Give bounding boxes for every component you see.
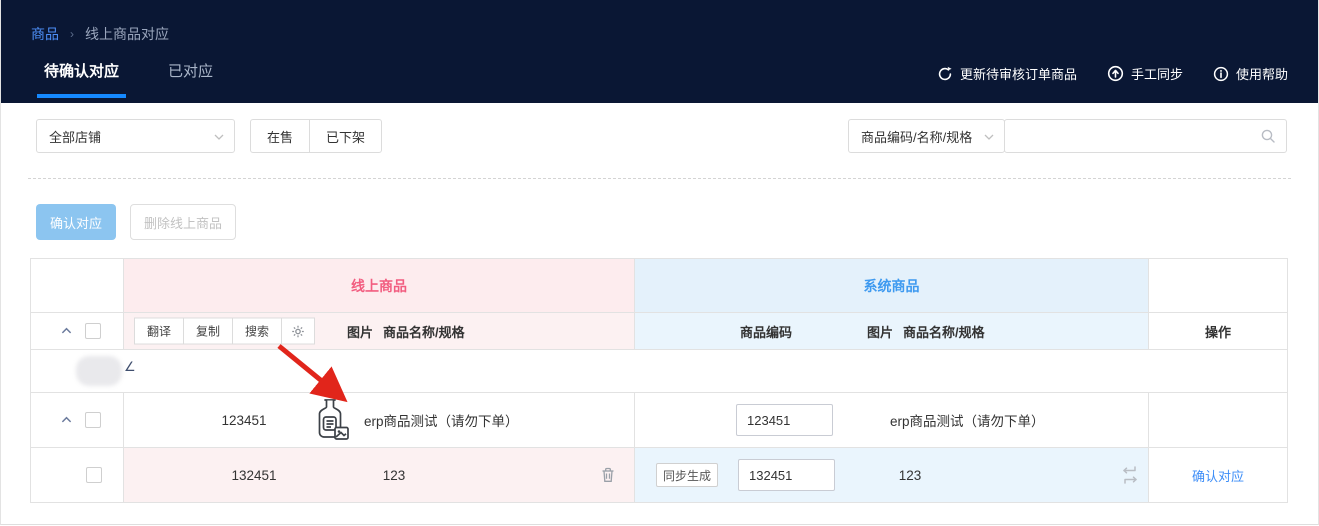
online-name-col-header: 商品名称/规格 bbox=[383, 322, 465, 341]
online-group-title: 线上商品 bbox=[124, 259, 634, 312]
translate-button[interactable]: 翻译 bbox=[134, 318, 184, 345]
row2-online-cell: 132451 123 bbox=[124, 448, 635, 503]
breadcrumb-current: 线上商品对应 bbox=[85, 24, 169, 44]
system-subheader-cell: 商品编码 图片 商品名称/规格 bbox=[635, 313, 1149, 350]
update-pending-orders-button[interactable]: 更新待审核订单商品 bbox=[937, 64, 1077, 83]
help-button[interactable]: 使用帮助 bbox=[1213, 64, 1288, 83]
select-all-checkbox[interactable] bbox=[85, 323, 101, 339]
confirm-match-button[interactable]: 确认对应 bbox=[36, 204, 116, 240]
store-name-redacted bbox=[76, 356, 122, 386]
search-input[interactable] bbox=[1004, 119, 1287, 153]
row2-checkbox[interactable] bbox=[86, 467, 102, 483]
corner-cell bbox=[31, 259, 124, 313]
system-group-title: 系统商品 bbox=[635, 259, 1148, 312]
search-box bbox=[1004, 119, 1287, 153]
collapse-caret-icon[interactable] bbox=[61, 327, 72, 335]
row2-system-name: 123 bbox=[880, 448, 940, 502]
row2-system-code-input[interactable] bbox=[738, 459, 835, 491]
search-icon[interactable] bbox=[1260, 128, 1276, 144]
active-tab-indicator bbox=[37, 94, 126, 98]
system-name-col-header: 商品名称/规格 bbox=[903, 322, 985, 341]
ops-subheader-cell: 操作 bbox=[1149, 313, 1288, 350]
row2-system-cell: 同步生成 123 bbox=[635, 448, 1149, 503]
row1-system-cell: erp商品测试（请勿下单） bbox=[635, 393, 1149, 448]
system-image-col-header: 图片 bbox=[867, 322, 893, 341]
search-type-value: 商品编码/名称/规格 bbox=[861, 127, 972, 146]
row1-ops-cell bbox=[1149, 393, 1288, 448]
trash-icon[interactable] bbox=[600, 467, 616, 484]
search-tool-button[interactable]: 搜索 bbox=[232, 318, 282, 345]
refresh-icon bbox=[937, 66, 953, 82]
row2-online-code: 132451 bbox=[194, 448, 314, 502]
shop-select-value: 全部店铺 bbox=[49, 127, 101, 146]
row1-online-cell: 123451 erp商品测试（请勿下单） bbox=[124, 393, 635, 448]
delete-online-product-button[interactable]: 删除线上商品 bbox=[130, 204, 236, 240]
tab-bar: 待确认对应 已对应 bbox=[37, 60, 213, 81]
breadcrumb-separator: › bbox=[70, 27, 74, 41]
online-subheader-cell: 翻译 复制 搜索 图片 商品名称/规格 bbox=[124, 313, 635, 350]
system-code-col-header: 商品编码 bbox=[740, 322, 792, 341]
row2-online-name: 123 bbox=[364, 448, 424, 502]
chevron-down-icon bbox=[983, 131, 995, 143]
row1-online-name: erp商品测试（请勿下单） bbox=[364, 393, 519, 447]
tab-matched[interactable]: 已对应 bbox=[168, 60, 213, 81]
online-product-group-header: 线上商品 bbox=[124, 259, 635, 313]
breadcrumb: 商品 › 线上商品对应 bbox=[31, 24, 169, 44]
info-icon bbox=[1213, 66, 1229, 82]
ops-col-header: 操作 bbox=[1205, 322, 1231, 341]
tab-pending-confirm[interactable]: 待确认对应 bbox=[37, 60, 126, 81]
sync-generate-button[interactable]: 同步生成 bbox=[656, 463, 718, 487]
product-match-table: 线上商品 系统商品 翻译 复制 搜索 图片 商品名称/规格 商品编码 bbox=[30, 258, 1288, 503]
search-type-select[interactable]: 商品编码/名称/规格 bbox=[848, 119, 1005, 153]
ops-group-header bbox=[1149, 259, 1288, 313]
product-image-placeholder-icon[interactable] bbox=[310, 398, 350, 442]
upload-sync-icon bbox=[1107, 65, 1124, 82]
collapse-caret-icon[interactable] bbox=[61, 416, 72, 424]
online-tools-group: 翻译 复制 搜索 bbox=[135, 318, 315, 345]
row2-ops-cell: 确认对应 bbox=[1149, 448, 1288, 503]
row1-system-code-input[interactable] bbox=[736, 404, 833, 436]
sale-status-button-group: 在售 已下架 bbox=[250, 119, 382, 153]
system-product-group-header: 系统商品 bbox=[635, 259, 1149, 313]
row1-checkbox[interactable] bbox=[85, 412, 101, 428]
row1-online-code: 123451 bbox=[184, 393, 304, 447]
gear-icon[interactable] bbox=[281, 318, 315, 345]
store-link-glyph: ∠ bbox=[124, 359, 136, 375]
topbar-actions: 更新待审核订单商品 手工同步 使用帮助 bbox=[937, 64, 1288, 83]
online-image-col-header: 图片 bbox=[347, 322, 373, 341]
row1-system-name: erp商品测试（请勿下单） bbox=[890, 393, 1045, 447]
breadcrumb-root[interactable]: 商品 bbox=[31, 24, 59, 44]
dashed-divider bbox=[28, 178, 1291, 179]
copy-button[interactable]: 复制 bbox=[183, 318, 233, 345]
row2-confirm-match-link[interactable]: 确认对应 bbox=[1149, 448, 1287, 502]
manual-sync-button[interactable]: 手工同步 bbox=[1107, 64, 1183, 83]
off-shelf-button[interactable]: 已下架 bbox=[309, 119, 382, 153]
top-navbar: 商品 › 线上商品对应 待确认对应 已对应 更新待审核订单商品 手工同步 使用帮… bbox=[0, 0, 1319, 103]
chevron-down-icon bbox=[213, 131, 225, 143]
shop-select[interactable]: 全部店铺 bbox=[36, 119, 235, 153]
store-row: ∠ bbox=[31, 350, 1288, 393]
on-sale-button[interactable]: 在售 bbox=[250, 119, 310, 153]
swap-icon[interactable] bbox=[1120, 466, 1140, 484]
row1-select-cell bbox=[31, 393, 124, 448]
row2-select-cell bbox=[31, 448, 124, 503]
select-all-cell bbox=[31, 313, 124, 350]
